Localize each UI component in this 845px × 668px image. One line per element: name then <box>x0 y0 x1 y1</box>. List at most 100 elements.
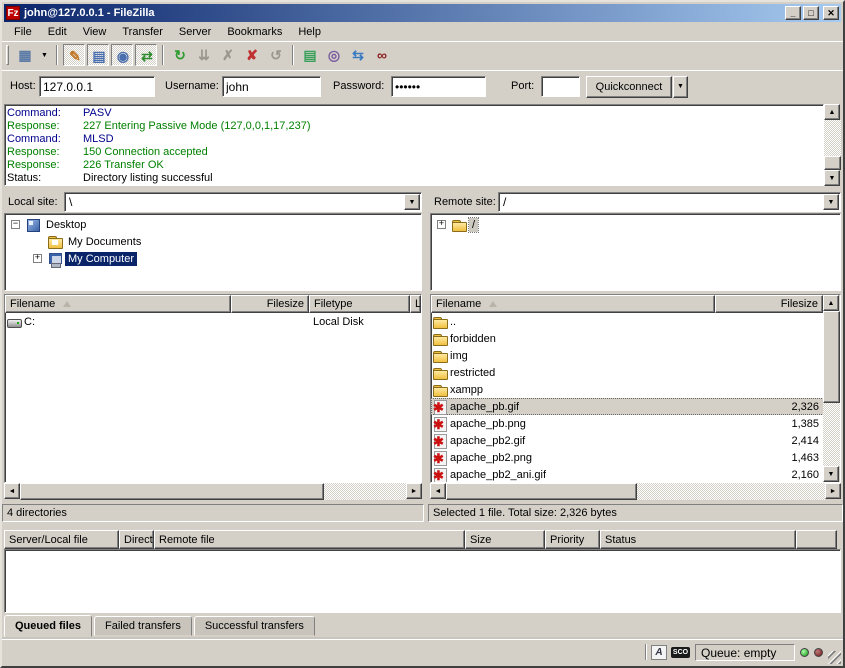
synchronized-browsing-icon[interactable]: ⇆ <box>347 44 369 66</box>
remote-hscrollbar[interactable]: ◄ ► <box>430 483 841 500</box>
tab-queued-files[interactable]: Queued files <box>4 615 92 637</box>
menu-item-server[interactable]: Server <box>171 24 219 40</box>
quickconnect-dropdown-icon[interactable]: ▼ <box>673 76 688 98</box>
menu-item-transfer[interactable]: Transfer <box>114 24 171 40</box>
tree-item[interactable]: + My Computer <box>5 250 421 267</box>
host-input[interactable] <box>39 76 155 97</box>
scroll-left-icon[interactable]: ◄ <box>4 483 20 499</box>
tree-item-label[interactable]: / <box>469 218 478 232</box>
scroll-down-icon[interactable]: ▼ <box>823 466 839 482</box>
file-name: apache_pb2.gif <box>450 435 525 447</box>
local-site-dropdown-icon[interactable]: ▼ <box>404 194 420 210</box>
maximize-button[interactable]: □ <box>803 6 819 20</box>
log-scrollbar[interactable]: ▲ ▼ <box>824 104 841 186</box>
file-row[interactable]: apache_pb.gif2,326 <box>431 398 840 415</box>
port-input[interactable] <box>541 76 580 97</box>
scroll-right-icon[interactable]: ► <box>406 483 422 499</box>
file-row[interactable]: .. <box>431 313 840 330</box>
quickconnect-button[interactable]: Quickconnect <box>586 76 672 98</box>
file-row[interactable]: apache_pb2_ani.gif2,160 <box>431 466 840 483</box>
file-search-icon[interactable]: ∞ <box>371 44 393 66</box>
cancel-operation-icon[interactable]: ✗ <box>217 44 239 66</box>
file-row[interactable]: forbidden <box>431 330 840 347</box>
scroll-right-icon[interactable]: ► <box>825 483 841 499</box>
file-row[interactable]: C:Local Disk <box>5 313 421 330</box>
toolbar-grip[interactable] <box>6 45 9 65</box>
file-row[interactable]: apache_pb.png1,385 <box>431 415 840 432</box>
column-header-Status[interactable]: Status <box>600 530 796 549</box>
toggle-transfer-queue-icon[interactable]: ⇄ <box>135 44 157 66</box>
remote-vscroll-thumb[interactable] <box>823 311 840 403</box>
remote-vscrollbar[interactable]: ▲ ▼ <box>823 295 840 482</box>
column-header-Filename[interactable]: Filename <box>5 295 231 313</box>
tree-item[interactable]: +/ <box>431 216 840 233</box>
file-size-cell: 2,326 <box>715 398 823 415</box>
menu-item-edit[interactable]: Edit <box>40 24 75 40</box>
file-row[interactable]: img <box>431 347 840 364</box>
scroll-up-icon[interactable]: ▲ <box>824 104 840 120</box>
disconnect-icon[interactable]: ✘ <box>241 44 263 66</box>
status-indicator-badge-icon[interactable]: SCO <box>671 647 690 658</box>
column-header-Priority[interactable]: Priority <box>545 530 600 549</box>
column-header-Directi...[interactable]: Directi... <box>119 530 154 549</box>
remote-hscroll-thumb[interactable] <box>446 483 637 500</box>
title-bar[interactable]: Fz john@127.0.0.1 - FileZilla _ □ ✕ <box>4 4 841 22</box>
reconnect-icon[interactable]: ↺ <box>265 44 287 66</box>
column-header-Filetype[interactable]: Filetype <box>309 295 410 313</box>
tree-item[interactable]: − Desktop <box>5 216 421 233</box>
docs-icon <box>47 234 63 250</box>
directory-comparison-icon[interactable]: ◎ <box>323 44 345 66</box>
tree-item[interactable]: My Documents <box>5 233 421 250</box>
tree-expander-icon[interactable]: + <box>33 254 42 263</box>
scroll-down-icon[interactable]: ▼ <box>824 170 840 186</box>
tab-successful-transfers[interactable]: Successful transfers <box>194 616 315 636</box>
menu-item-view[interactable]: View <box>75 24 115 40</box>
refresh-icon[interactable]: ↻ <box>169 44 191 66</box>
file-row[interactable]: apache_pb2.png1,463 <box>431 449 840 466</box>
column-header-Remote file[interactable]: Remote file <box>154 530 465 549</box>
local-site-combo[interactable]: \ ▼ <box>64 192 422 212</box>
toggle-local-tree-icon[interactable]: ▤ <box>87 44 109 66</box>
tree-expander-icon[interactable]: + <box>437 220 446 229</box>
site-manager-dropdown-icon[interactable]: ▼ <box>38 44 51 66</box>
file-name-cell: .. <box>431 313 715 330</box>
remote-site-dropdown-icon[interactable]: ▼ <box>823 194 839 210</box>
file-row[interactable]: apache_pb2.gif2,414 <box>431 432 840 449</box>
log-scroll-thumb[interactable] <box>824 156 841 170</box>
resize-grip[interactable] <box>828 651 841 664</box>
site-manager-icon[interactable]: ▦ <box>14 44 36 66</box>
menu-item-help[interactable]: Help <box>290 24 329 40</box>
close-button[interactable]: ✕ <box>823 6 839 20</box>
column-header-Filename[interactable]: Filename <box>431 295 715 313</box>
toggle-message-log-icon[interactable]: ✎ <box>63 44 85 66</box>
local-hscrollbar[interactable]: ◄ ► <box>4 483 422 500</box>
local-tree: − Desktop My Documents + My Computer <box>4 213 422 291</box>
menu-item-file[interactable]: File <box>6 24 40 40</box>
scroll-left-icon[interactable]: ◄ <box>430 483 446 499</box>
local-hscroll-thumb[interactable] <box>20 483 324 500</box>
column-header-blank[interactable] <box>796 530 837 549</box>
minimize-button[interactable]: _ <box>785 6 801 20</box>
username-input[interactable] <box>222 76 321 97</box>
scroll-up-icon[interactable]: ▲ <box>823 295 839 311</box>
folder-icon <box>432 314 448 330</box>
tab-failed-transfers[interactable]: Failed transfers <box>94 616 192 636</box>
file-row[interactable]: xampp <box>431 381 840 398</box>
remote-site-combo[interactable]: / ▼ <box>498 192 841 212</box>
column-header-L[interactable]: L <box>410 295 421 313</box>
process-queue-icon[interactable]: ⇊ <box>193 44 215 66</box>
menu-item-bookmarks[interactable]: Bookmarks <box>219 24 290 40</box>
column-header-Filesize[interactable]: Filesize <box>715 295 823 313</box>
toggle-remote-tree-icon[interactable]: ◉ <box>111 44 133 66</box>
tree-item-label[interactable]: Desktop <box>43 218 89 232</box>
column-header-Filesize[interactable]: Filesize <box>231 295 309 313</box>
tree-item-label[interactable]: My Documents <box>65 235 144 249</box>
file-row[interactable]: restricted <box>431 364 840 381</box>
directory-listing-filters-icon[interactable]: ▤ <box>299 44 321 66</box>
column-header-Size[interactable]: Size <box>465 530 545 549</box>
password-input[interactable] <box>391 76 486 97</box>
tree-expander-icon[interactable]: − <box>11 220 20 229</box>
tree-item-label[interactable]: My Computer <box>65 252 137 266</box>
data-type-indicator-icon[interactable]: A <box>651 645 667 660</box>
column-header-Server/Local file[interactable]: Server/Local file <box>4 530 119 549</box>
